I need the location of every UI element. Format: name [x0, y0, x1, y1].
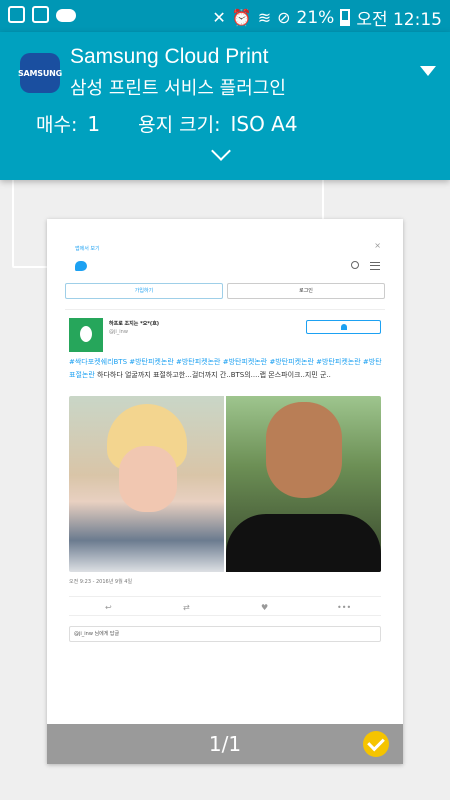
chat-icon	[32, 6, 49, 23]
signup-button: 가입하기	[65, 283, 223, 299]
battery-percent: 21%	[296, 7, 335, 28]
screenshot-icon	[8, 6, 25, 23]
expand-options-icon[interactable]	[211, 141, 231, 161]
close-icon: ×	[374, 241, 381, 250]
cloud-icon	[56, 9, 76, 22]
battery-icon	[340, 9, 351, 26]
auth-buttons: 가입하기 로그인	[65, 283, 385, 299]
avatar	[69, 318, 103, 352]
printer-title[interactable]: Samsung Cloud Print	[70, 45, 268, 69]
system-icons: ✕ ⏰ ≋ ⊘ 21% 오전 12:15	[212, 5, 442, 31]
preview-footer: 1/1	[47, 724, 403, 764]
page-indicator: 1/1	[208, 732, 242, 756]
print-header: SAMSUNG Samsung Cloud Print 삼성 프린트 서비스 플…	[0, 32, 450, 180]
page-selected-check-icon[interactable]	[363, 731, 389, 757]
follow-button	[306, 320, 381, 334]
login-button: 로그인	[227, 283, 385, 299]
mute-icon: ✕	[212, 7, 226, 27]
alarm-icon: ⏰	[231, 7, 252, 27]
tweet-photo	[69, 396, 381, 572]
paper-size-value: ISO A4	[230, 112, 298, 136]
tweet-card: 하프로 조지는 *오*(흐) @ji_inw #싹다포켓쉐리BTS #방탄피켓논…	[65, 309, 385, 729]
twitter-bird-icon	[75, 261, 87, 271]
copies-value: 1	[87, 112, 101, 136]
like-icon: ♥	[261, 603, 269, 612]
clock: 오전 12:15	[356, 10, 442, 30]
printer-subtitle[interactable]: 삼성 프린트 서비스 플러그인	[70, 74, 286, 100]
print-options-summary[interactable]: 매수: 1 용지 크기: ISO A4	[36, 110, 336, 137]
user-handle: @ji_inw	[109, 329, 128, 335]
tweet-text: #싹다포켓쉐리BTS #방탄피켓논란 #방탄피켓논란 #방탄피켓논란 #방탄피켓…	[69, 356, 383, 382]
wifi-icon: ≋	[257, 7, 272, 27]
reply-input: @ji_inw 님에게 답글	[69, 626, 381, 642]
printer-dropdown-icon[interactable]	[420, 66, 436, 76]
status-bar: ✕ ⏰ ≋ ⊘ 21% 오전 12:15	[0, 0, 450, 268]
do-not-disturb-icon: ⊘	[277, 7, 291, 27]
search-icon	[351, 261, 359, 269]
tweet-actions: ↩ ⇄ ♥ •••	[69, 596, 381, 616]
display-name: 하프로 조지는 *오*(흐)	[109, 321, 160, 327]
reply-icon: ↩	[105, 603, 112, 612]
photo-right	[226, 396, 381, 572]
more-icon: •••	[337, 603, 352, 612]
notification-icons	[8, 6, 324, 268]
tweet-date: 오전 9:23 - 2016년 9월 4일	[69, 579, 133, 585]
tweet-header: 앱에서 보기 ×	[65, 237, 385, 279]
page-content: 앱에서 보기 × 가입하기 로그인 하프로 조지는 *오*(흐) @ji_inw…	[65, 237, 385, 729]
retweet-icon: ⇄	[183, 603, 190, 612]
samsung-logo: SAMSUNG	[18, 53, 62, 93]
paper-size-label: 용지 크기:	[138, 114, 221, 136]
tweet-body: 하다하다 얼굴까지 표절하고한...걸더까지 간..BTS의....랩 몬스파이…	[97, 371, 331, 379]
print-preview-page[interactable]: 앱에서 보기 × 가입하기 로그인 하프로 조지는 *오*(흐) @ji_inw…	[47, 219, 403, 764]
copies-label: 매수:	[36, 114, 78, 136]
photo-left	[69, 396, 224, 572]
open-in-app-link: 앱에서 보기	[75, 246, 100, 252]
menu-icon	[370, 262, 380, 270]
